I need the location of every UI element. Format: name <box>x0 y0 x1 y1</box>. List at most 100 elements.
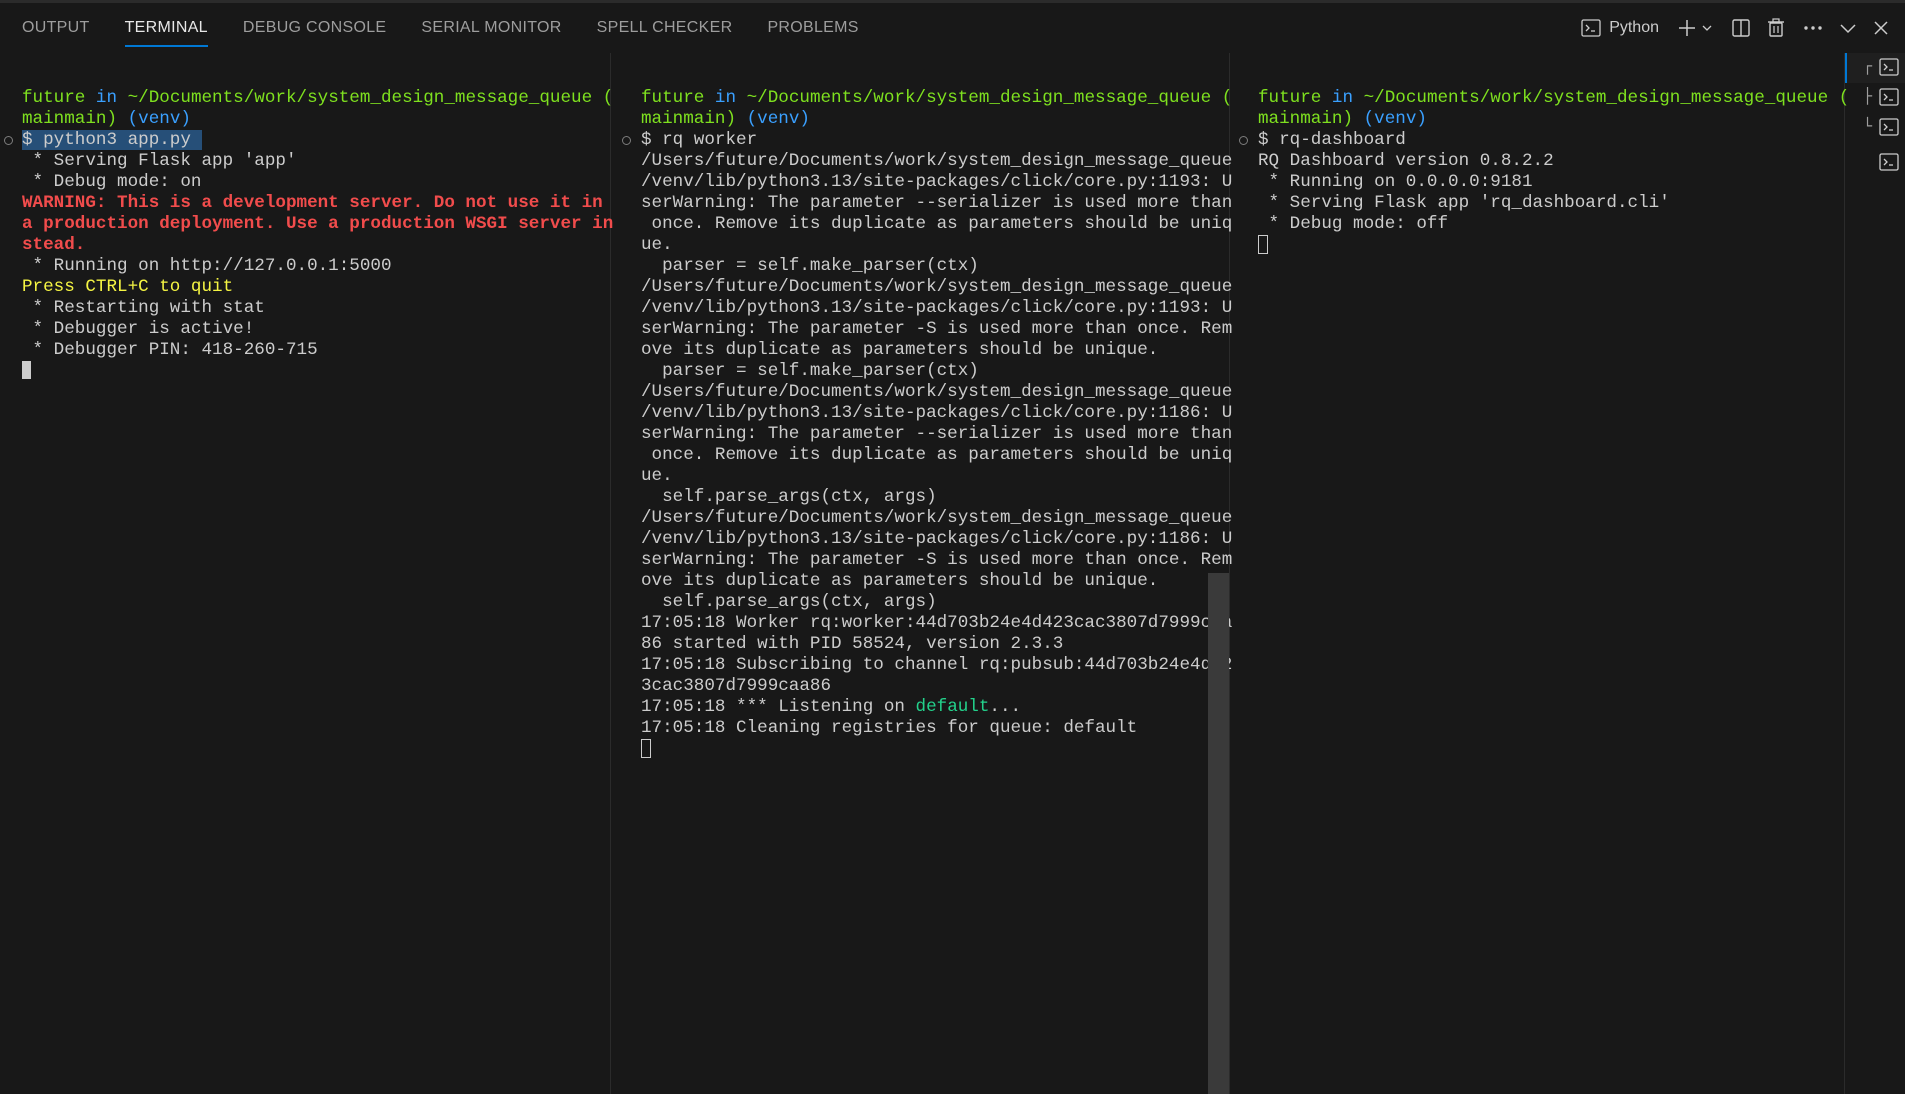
output-line: ove its duplicate as parameters should b… <box>641 340 1159 360</box>
output-line: once. Remove its duplicate as parameters… <box>641 445 1233 465</box>
output-line: 3cac3807d7999caa86 <box>641 676 832 696</box>
tab-debug-console[interactable]: DEBUG CONSOLE <box>243 3 387 53</box>
output-line: Press CTRL+C to quit <box>22 277 234 297</box>
terminal-tabs-list: ┌ ├ └ <box>1845 53 1905 1094</box>
terminal-tab-1[interactable]: ┌ <box>1845 53 1905 83</box>
close-panel-button[interactable] <box>1873 20 1889 36</box>
tab-serial-monitor[interactable]: SERIAL MONITOR <box>421 3 561 53</box>
launch-profile-dropdown[interactable] <box>1701 22 1713 34</box>
terminal-pane-3[interactable]: future in ~/Documents/work/system_design… <box>1230 53 1849 1094</box>
warning-line: WARNING: This is a development server. D… <box>22 193 603 213</box>
output-line: * Running on 0.0.0.0:9181 <box>1258 172 1533 192</box>
terminal-output: future in ~/Documents/work/system_design… <box>22 88 613 382</box>
tab-output[interactable]: OUTPUT <box>22 3 90 53</box>
ellipsis-icon <box>1804 26 1822 30</box>
command-decoration-icon[interactable] <box>622 136 631 145</box>
plus-icon <box>1679 20 1695 36</box>
output-line: /venv/lib/python3.13/site-packages/click… <box>641 172 1233 192</box>
terminal-pane-2[interactable]: future in ~/Documents/work/system_design… <box>611 53 1232 1094</box>
tree-connector: ├ <box>1863 87 1873 105</box>
output-line: * Serving Flask app 'rq_dashboard.cli' <box>1258 193 1670 213</box>
active-indicator <box>1845 53 1847 83</box>
output-line: 17:05:18 Subscribing to channel rq:pubsu… <box>641 655 1233 675</box>
command-line: $ rq worker <box>641 130 758 150</box>
output-line: serWarning: The parameter -S is used mor… <box>641 550 1233 570</box>
terminal-output: future in ~/Documents/work/system_design… <box>1258 88 1849 256</box>
tab-problems[interactable]: PROBLEMS <box>767 3 858 53</box>
split-icon <box>1732 19 1750 37</box>
prompt-line: mainmain) (venv) <box>641 109 810 129</box>
output-line: RQ Dashboard version 0.8.2.2 <box>1258 151 1554 171</box>
output-line: parser = self.make_parser(ctx) <box>641 256 979 276</box>
warning-line: stead. <box>22 235 86 255</box>
terminal-cursor <box>1258 235 1268 254</box>
output-line: serWarning: The parameter --serializer i… <box>641 424 1233 444</box>
terminal-pane-1[interactable]: future in ~/Documents/work/system_design… <box>0 53 613 1094</box>
terminal-icon <box>1879 118 1899 136</box>
split-terminal-button[interactable] <box>1731 18 1751 38</box>
output-line: * Restarting with stat <box>22 298 265 318</box>
output-line: /Users/future/Documents/work/system_desi… <box>641 508 1233 528</box>
output-line: serWarning: The parameter -S is used mor… <box>641 319 1233 339</box>
output-line: 17:05:18 Worker rq:worker:44d703b24e4d42… <box>641 613 1233 633</box>
output-line: /venv/lib/python3.13/site-packages/click… <box>641 529 1233 549</box>
terminal-icon <box>1879 58 1899 76</box>
output-line: ove its duplicate as parameters should b… <box>641 571 1159 591</box>
command-line: $ rq-dashboard <box>1258 130 1406 150</box>
prompt-line: future in ~/Documents/work/system_design… <box>1258 88 1850 108</box>
terminal-profile-label: Python <box>1609 19 1659 36</box>
terminal-icon <box>1879 88 1899 106</box>
output-line: ue. <box>641 235 673 255</box>
terminal-output: future in ~/Documents/work/system_design… <box>641 88 1232 760</box>
output-line: parser = self.make_parser(ctx) <box>641 361 979 381</box>
command-line: $ python3 app.py <box>22 130 202 150</box>
output-line: /Users/future/Documents/work/system_desi… <box>641 277 1233 297</box>
panel-tab-bar: OUTPUT TERMINAL DEBUG CONSOLE SERIAL MON… <box>0 3 1905 53</box>
output-line: self.parse_args(ctx, args) <box>641 487 937 507</box>
terminal-tab-4[interactable] <box>1845 148 1905 178</box>
output-line: ue. <box>641 466 673 486</box>
output-line: * Running on http://127.0.0.1:5000 <box>22 256 392 276</box>
cursor-line <box>22 361 613 382</box>
new-terminal-button[interactable] <box>1677 18 1697 38</box>
output-line: /Users/future/Documents/work/system_desi… <box>641 382 1233 402</box>
prompt-line: mainmain) (venv) <box>1258 109 1427 129</box>
prompt-line: future in ~/Documents/work/system_design… <box>22 88 614 108</box>
output-line: self.parse_args(ctx, args) <box>641 592 937 612</box>
command-decoration-icon[interactable] <box>4 136 13 145</box>
chevron-down-icon <box>1840 24 1856 34</box>
command-decoration-icon[interactable] <box>1239 136 1248 145</box>
maximize-panel-button[interactable] <box>1839 22 1857 34</box>
output-line: * Debug mode: on <box>22 172 202 192</box>
terminal-icon <box>1581 19 1601 37</box>
output-line: /venv/lib/python3.13/site-packages/click… <box>641 403 1233 423</box>
tab-spell-checker[interactable]: SPELL CHECKER <box>597 3 733 53</box>
output-line: * Debugger PIN: 418-260-715 <box>22 340 318 360</box>
terminal-tab-2[interactable]: ├ <box>1845 83 1905 113</box>
chevron-down-icon <box>1702 25 1712 31</box>
terminal-profile[interactable]: Python <box>1581 19 1659 37</box>
output-line: * Serving Flask app 'app' <box>22 151 297 171</box>
terminal-icon <box>1879 153 1899 171</box>
close-icon <box>1874 21 1888 35</box>
terminal-cursor <box>22 361 31 380</box>
tree-connector: ┌ <box>1863 57 1873 75</box>
output-line: * Debug mode: off <box>1258 214 1449 234</box>
tab-terminal[interactable]: TERMINAL <box>124 3 209 53</box>
output-line: /Users/future/Documents/work/system_desi… <box>641 151 1233 171</box>
cursor-line <box>641 739 1232 760</box>
output-line: 86 started with PID 58524, version 2.3.3 <box>641 634 1064 654</box>
tree-connector: └ <box>1863 117 1873 135</box>
output-line: once. Remove its duplicate as parameters… <box>641 214 1233 234</box>
kill-terminal-button[interactable] <box>1767 18 1785 38</box>
output-line: /venv/lib/python3.13/site-packages/click… <box>641 298 1233 318</box>
trash-icon <box>1768 18 1784 37</box>
prompt-line: mainmain) (venv) <box>22 109 191 129</box>
output-line: serWarning: The parameter --serializer i… <box>641 193 1233 213</box>
panel-tabs: OUTPUT TERMINAL DEBUG CONSOLE SERIAL MON… <box>0 3 894 53</box>
more-actions-button[interactable] <box>1803 25 1823 31</box>
terminal-scrollbar[interactable] <box>1208 573 1229 1094</box>
output-line: * Debugger is active! <box>22 319 255 339</box>
terminal-tab-3[interactable]: └ <box>1845 113 1905 143</box>
panel-actions: Python <box>1581 3 1905 53</box>
